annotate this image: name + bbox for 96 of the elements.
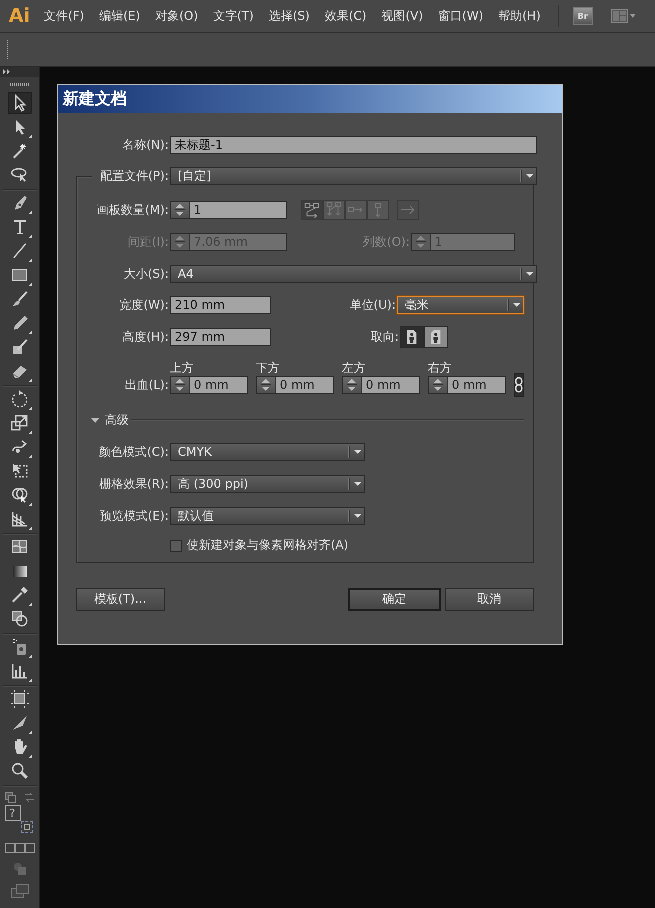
field-label: 高度(H): — [122, 328, 169, 346]
field-label: 画板数量(M): — [96, 202, 169, 218]
layout-direction-button[interactable] — [397, 200, 419, 220]
landscape-page-icon — [429, 329, 443, 345]
menu-item[interactable]: 效果(C) — [324, 8, 367, 24]
menu-item[interactable]: 文件(F) — [44, 8, 84, 24]
caret-icon — [507, 298, 523, 312]
magnifier-icon — [10, 761, 30, 781]
color-mode-dropdown[interactable]: CMYK — [170, 443, 365, 461]
expanded-triangle-icon[interactable] — [91, 416, 100, 424]
stepper-arrows-icon[interactable] — [431, 377, 445, 393]
caret-icon — [348, 477, 364, 491]
portrait-page-icon — [405, 329, 419, 345]
bleed-side-label: 右方 — [428, 361, 453, 376]
arrangement-icon — [348, 207, 364, 213]
app-logo: Ai — [9, 5, 30, 27]
field-label: 名称(N): — [122, 136, 169, 154]
artboard-icon — [10, 689, 30, 709]
drawing-modes-icon[interactable] — [4, 843, 34, 853]
width-field[interactable]: 210 mm — [170, 296, 271, 314]
bleed-field[interactable]: 0 mm — [170, 376, 248, 394]
menu-item[interactable]: 帮助(H) — [498, 8, 541, 24]
artboard-count-field[interactable]: 1 — [170, 201, 287, 219]
bleed-field[interactable]: 0 mm — [428, 376, 506, 394]
field-label: 列数(O): — [363, 234, 410, 250]
bleed-field[interactable]: 0 mm — [342, 376, 420, 394]
field-label: 栅格效果(R): — [98, 476, 169, 492]
arrangement-button[interactable] — [323, 200, 345, 220]
caret-icon — [348, 509, 364, 523]
default-colors-icon[interactable] — [4, 792, 16, 803]
name-field[interactable]: 未标题-1 — [170, 136, 537, 154]
dialog-button[interactable]: 确定 — [348, 588, 441, 611]
profile-dropdown[interactable]: [自定] — [170, 167, 537, 185]
grip-icon[interactable] — [6, 40, 9, 60]
grip-icon[interactable] — [10, 83, 30, 86]
blend-shapes-icon — [10, 609, 30, 629]
bleed-field[interactable]: 0 mm — [256, 376, 334, 394]
field-label: 预览模式(E): — [99, 508, 169, 524]
field-label: 单位(U): — [350, 296, 396, 314]
arrangement-button[interactable] — [301, 200, 323, 220]
field-label: 出血(L): — [124, 377, 169, 394]
checkbox[interactable] — [170, 540, 182, 552]
checkbox-label[interactable]: 使新建对象与像素网格对齐(A) — [187, 537, 349, 554]
menu-item[interactable]: 选择(S) — [268, 8, 310, 24]
stepper-arrows-icon[interactable] — [173, 202, 187, 218]
bleed-side-label: 下方 — [256, 361, 281, 376]
orientation-button[interactable] — [424, 326, 448, 348]
dialog-title: 新建文档 — [58, 85, 562, 113]
menu-item[interactable]: 文字(T) — [213, 8, 254, 24]
menu-item[interactable]: 编辑(E) — [99, 8, 140, 24]
stroke-swatch[interactable] — [20, 821, 32, 833]
stepper-arrows-icon[interactable] — [345, 377, 359, 393]
caret-icon — [520, 169, 536, 183]
perspective-grid-icon — [10, 509, 30, 529]
stepper-arrows-icon[interactable] — [259, 377, 273, 393]
screen-mode-icon[interactable] — [10, 884, 28, 898]
field-label: 颜色模式(C): — [98, 444, 169, 460]
caret-icon — [520, 267, 536, 281]
workspace-layout-icon[interactable] — [610, 8, 637, 24]
swap-arrows-icon[interactable] — [24, 792, 34, 803]
raster-effects-dropdown[interactable]: 高 (300 ppi) — [170, 475, 365, 493]
menu-item[interactable]: 对象(O) — [155, 8, 198, 24]
field-label: 间距(I): — [127, 234, 169, 250]
rotate-arrow-icon — [10, 389, 30, 409]
collapse-chevrons-icon[interactable] — [3, 69, 13, 75]
section-heading[interactable]: 高级 — [105, 412, 129, 428]
size-dropdown[interactable]: A4 — [170, 265, 537, 283]
chain-link-icon — [515, 377, 523, 393]
caret-icon — [348, 445, 364, 459]
bar-graph-icon — [10, 661, 30, 681]
preview-mode-dropdown[interactable]: 默认值 — [170, 507, 365, 525]
tool-button[interactable] — [8, 92, 32, 114]
field-label: 配置文件(P): — [92, 168, 169, 184]
menu-item[interactable]: 视图(V) — [382, 8, 424, 24]
arrangement-icon — [375, 202, 381, 218]
scale-icon — [10, 413, 30, 433]
dialog-button[interactable]: 取消 — [445, 588, 534, 611]
field-label: 宽度(W): — [118, 296, 169, 314]
arrangement-icon — [325, 201, 343, 219]
dialog-button[interactable]: 模板(T)... — [76, 588, 165, 611]
orientation-button[interactable] — [400, 326, 424, 348]
units-dropdown[interactable]: 毫米 — [397, 296, 524, 314]
arrangement-icon — [303, 201, 321, 219]
eyedropper-icon — [10, 585, 30, 605]
field-label: 大小(S): — [122, 266, 169, 282]
height-field[interactable]: 297 mm — [170, 328, 271, 346]
stepper-arrows-icon[interactable] — [173, 377, 187, 393]
bleed-side-label: 上方 — [170, 361, 195, 376]
arrangement-button[interactable] — [345, 200, 367, 220]
arrangement-button[interactable] — [367, 200, 389, 220]
field-label: 取向: — [370, 328, 399, 346]
menu-item[interactable]: 窗口(W) — [438, 8, 484, 24]
bleed-side-label: 左方 — [342, 361, 367, 376]
link-bleed-button[interactable] — [514, 373, 524, 397]
right-arrow-icon — [400, 205, 416, 215]
fill-swatch[interactable]: ? — [4, 805, 20, 821]
